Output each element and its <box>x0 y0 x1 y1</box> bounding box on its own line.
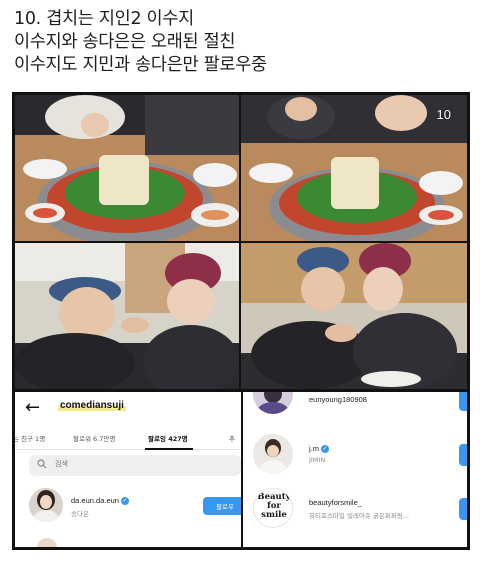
jimin-following-panel: eunyoung180908 j.m ✓ JIMIN Beauty for sm… <box>243 392 467 547</box>
back-arrow-icon[interactable]: ← <box>25 398 47 418</box>
list-item[interactable]: j.m ✓ JIMIN <box>243 434 467 474</box>
account-name: 뷰티포스마일 빌레아쥬 굵은퍼퍼링... <box>309 512 410 520</box>
photo-top-left[interactable] <box>15 95 239 241</box>
avatar[interactable]: Beauty for smile <box>253 488 293 528</box>
follow-button[interactable] <box>459 498 467 520</box>
photo-bottom-left[interactable] <box>15 243 239 389</box>
verified-badge-icon: ✓ <box>120 497 129 506</box>
caption-line-2: 이수지와 송다은은 오래된 절친 <box>14 32 236 52</box>
screenshot-collage: 10 ← comediansuji 는 친구 1명 팔로워 6.7만명 팔로잉 … <box>12 92 470 550</box>
photo-bottom-right[interactable] <box>241 243 467 389</box>
list-item[interactable]: Beauty for smile beautyforsmile_ 뷰티포스마일 … <box>243 488 467 528</box>
account-handle[interactable]: da.eun.da.eun ✓ <box>71 496 129 506</box>
list-item[interactable]: da.eun.da.eun ✓ 송다은 팔로우 <box>15 488 241 528</box>
follow-button[interactable]: 팔로우 <box>203 497 241 515</box>
tab-following[interactable]: 팔로잉 427명 <box>148 433 188 443</box>
avatar[interactable] <box>253 434 293 474</box>
search-box[interactable] <box>29 455 241 476</box>
avatar[interactable] <box>29 488 63 522</box>
tab-followers[interactable]: 팔로워 6.7만명 <box>73 433 115 443</box>
profile-username: comediansuji <box>58 400 126 411</box>
tab-mutual-friends[interactable]: 아는 친구 1명 <box>15 433 45 443</box>
tab-suggested[interactable]: 추 <box>229 433 235 443</box>
account-name: 송다은 <box>71 510 89 518</box>
caption-line-1: 10. 겹치는 지인2 이수지 <box>14 9 194 29</box>
account-handle[interactable]: j.m ✓ <box>309 444 329 454</box>
search-icon <box>37 459 47 469</box>
follow-button[interactable] <box>459 444 467 466</box>
avatar[interactable] <box>253 392 293 414</box>
photo-count-badge: 10 <box>436 107 451 122</box>
follow-button[interactable] <box>459 392 467 411</box>
photo-top-right[interactable]: 10 <box>241 95 467 241</box>
account-handle: eunyoung180908 <box>309 395 367 404</box>
follow-tabs: 아는 친구 1명 팔로워 6.7만명 팔로잉 427명 추 <box>15 428 241 450</box>
verified-badge-icon: ✓ <box>321 445 329 454</box>
beauty-for-smile-logo: Beauty for smile <box>254 493 292 520</box>
search-input[interactable] <box>55 460 205 468</box>
avatar-partial <box>37 538 57 547</box>
list-item[interactable]: eunyoung180908 <box>243 392 467 426</box>
caption-line-3: 이수지도 지민과 송다은만 팔로우중 <box>14 55 267 75</box>
account-name: JIMIN <box>309 456 326 464</box>
following-list-panel: ← comediansuji 아는 친구 1명 팔로워 6.7만명 팔로잉 42… <box>15 392 241 547</box>
logo-line-3: smile <box>261 510 287 520</box>
account-handle-text: j.m <box>309 444 319 453</box>
account-handle: beautyforsmile_ <box>309 498 362 507</box>
caption: 10. 겹치는 지인2 이수지 이수지와 송다은은 오래된 절친 이수지도 지민… <box>14 8 474 77</box>
active-tab-indicator <box>145 448 193 450</box>
account-handle-text: da.eun.da.eun <box>71 496 119 505</box>
